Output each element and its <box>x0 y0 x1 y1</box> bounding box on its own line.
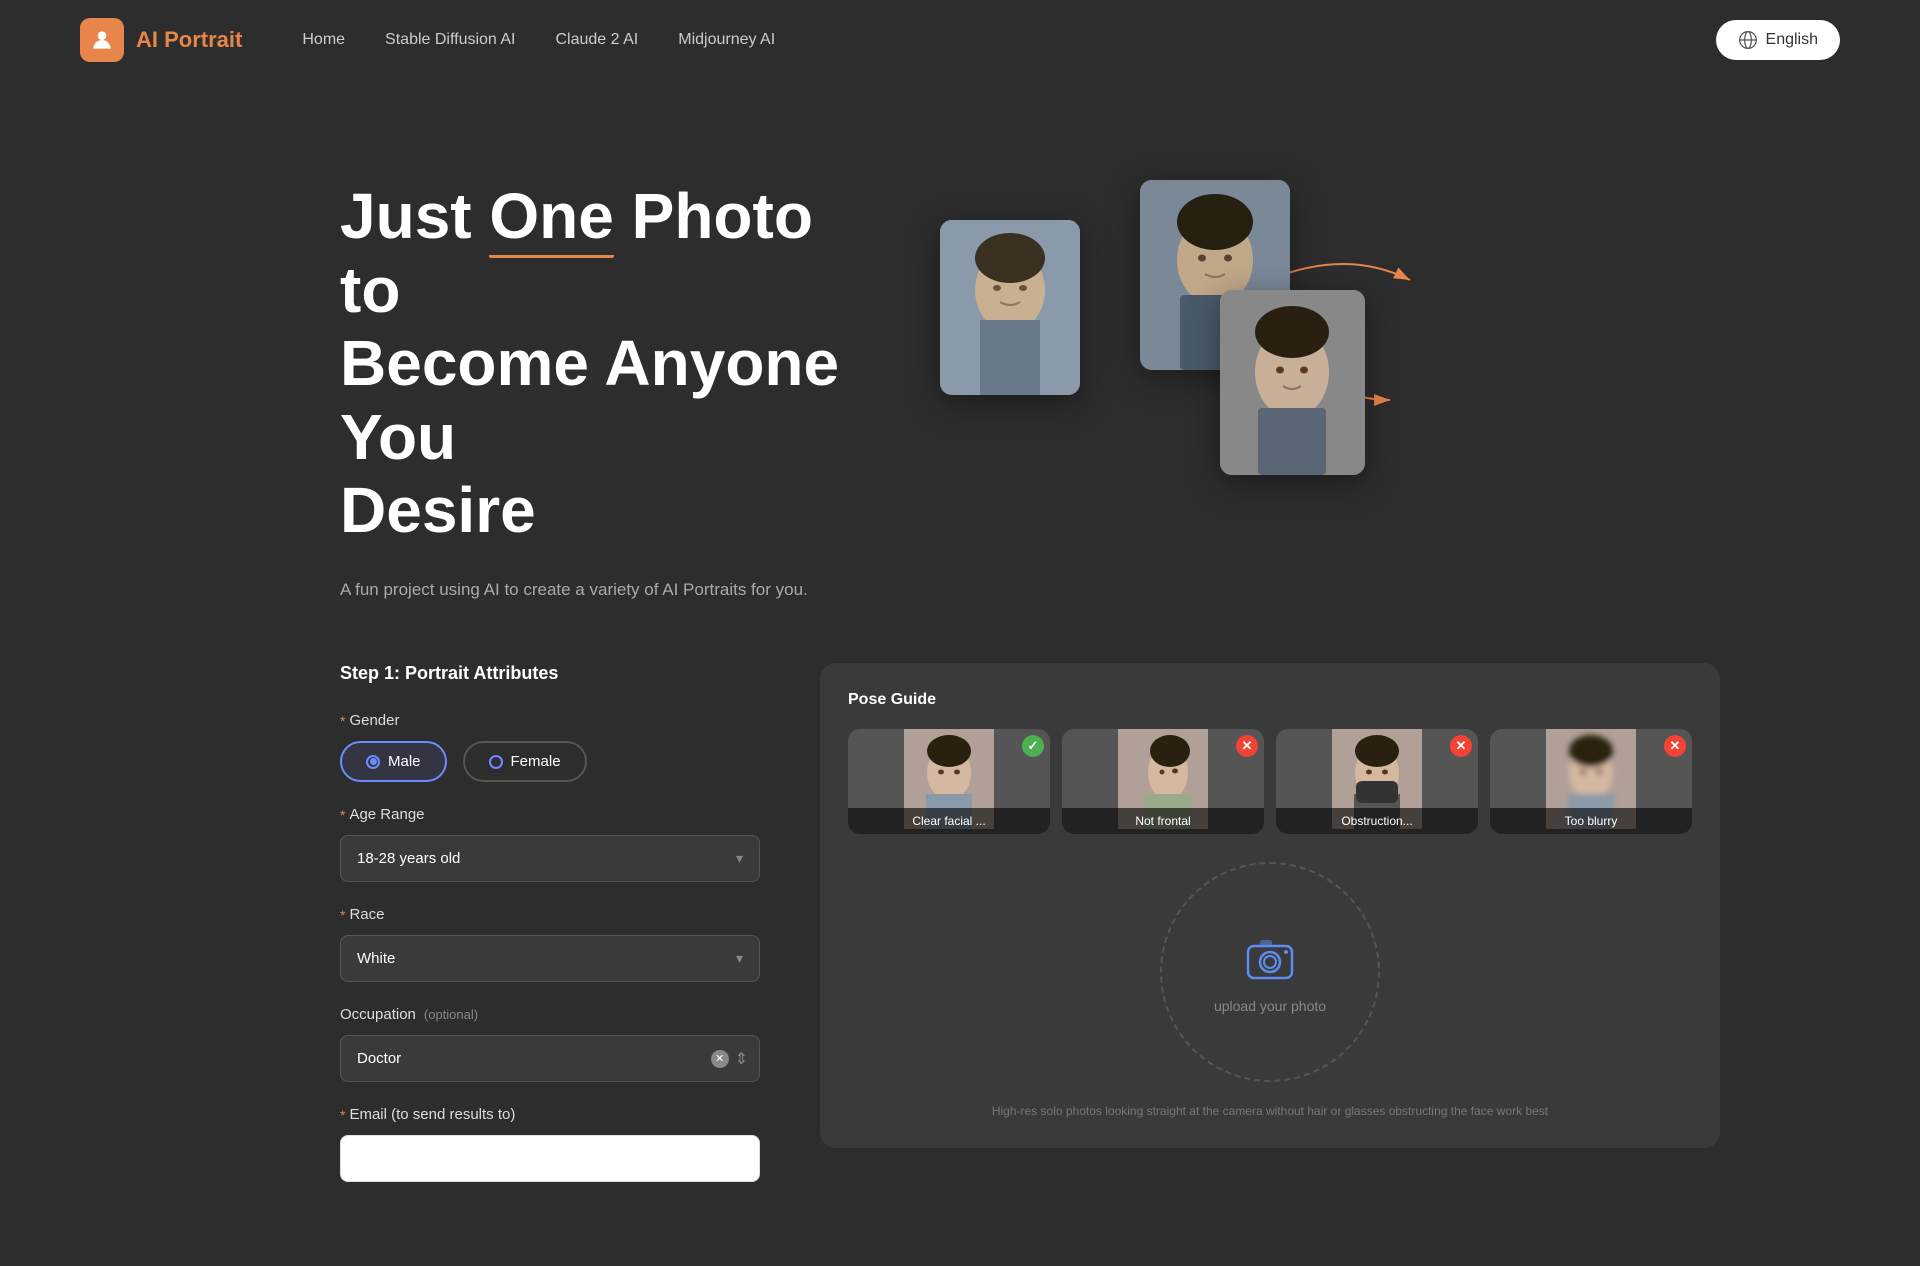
upload-area[interactable]: upload your photo <box>1160 862 1380 1082</box>
race-select[interactable]: White ▾ <box>340 935 760 982</box>
pose-guide-section: Pose Guide ✓ Clear facial ... <box>820 663 1720 1148</box>
email-label-text: Email (to send results to) <box>349 1106 515 1123</box>
age-range-label-text: Age Range <box>349 806 424 823</box>
navbar: AI Portrait Home Stable Diffusion AI Cla… <box>0 0 1920 80</box>
occupation-input-wrapper: ✕ ⇕ <box>340 1035 760 1082</box>
gender-female-label: Female <box>511 753 561 770</box>
gender-male-label: Male <box>388 753 421 770</box>
nav-item-claude[interactable]: Claude 2 AI <box>556 31 639 49</box>
hero-face-1-svg <box>940 220 1080 395</box>
hero-images <box>940 180 1720 500</box>
hero-text: Just One Photo to Become Anyone You Desi… <box>340 160 860 603</box>
pose-guide-title: Pose Guide <box>848 691 1692 709</box>
age-range-select[interactable]: 18-28 years old ▾ <box>340 835 760 882</box>
nav-item-home[interactable]: Home <box>302 31 345 49</box>
nav-item-midjourney[interactable]: Midjourney AI <box>678 31 775 49</box>
hero-result-face-2 <box>1220 290 1365 475</box>
pose-badge-x-3: ✕ <box>1664 735 1686 757</box>
hero-result-photo-2 <box>1220 290 1365 475</box>
gender-options: Male Female <box>340 741 760 782</box>
upload-text: upload your photo <box>1214 998 1326 1014</box>
hero-title-underline-word: One <box>489 180 613 254</box>
pose-badge-x-2: ✕ <box>1450 735 1472 757</box>
occupation-input-controls: ✕ ⇕ <box>711 1049 748 1069</box>
pose-card-obstruction: ✕ Obstruction... <box>1276 729 1478 834</box>
chevron-down-icon: ▾ <box>736 850 743 867</box>
pose-badge-x-1: ✕ <box>1236 735 1258 757</box>
nav-links: Home Stable Diffusion AI Claude 2 AI Mid… <box>302 31 775 49</box>
gender-required-mark: * <box>340 713 345 729</box>
age-range-value: 18-28 years old <box>357 850 460 867</box>
occupation-label-text: Occupation <box>340 1006 416 1023</box>
hero-source-photo <box>940 220 1080 395</box>
main-content: Step 1: Portrait Attributes * Gender Mal… <box>0 663 1920 1266</box>
occupation-input[interactable] <box>340 1035 760 1082</box>
race-label: * Race <box>340 906 760 923</box>
occupation-clear-button[interactable]: ✕ <box>711 1050 729 1068</box>
pose-card-clear-facial: ✓ Clear facial ... <box>848 729 1050 834</box>
occupation-optional-text: (optional) <box>424 1007 478 1022</box>
pose-examples: ✓ Clear facial ... ✕ Not frontal <box>848 729 1692 834</box>
hero-section: Just One Photo to Become Anyone You Desi… <box>0 80 1920 663</box>
nav-link-midjourney[interactable]: Midjourney AI <box>678 31 775 48</box>
logo-icon <box>80 18 124 62</box>
age-required-mark: * <box>340 807 345 823</box>
pose-label-blurry: Too blurry <box>1490 808 1692 834</box>
gender-field-group: * Gender Male Female <box>340 712 760 782</box>
hero-face-3-svg <box>1220 290 1365 475</box>
nav-link-stable-diffusion[interactable]: Stable Diffusion AI <box>385 31 515 48</box>
occupation-field-group: Occupation (optional) ✕ ⇕ <box>340 1006 760 1082</box>
hero-subtitle: A fun project using AI to create a varie… <box>340 576 860 603</box>
nav-item-stable-diffusion[interactable]: Stable Diffusion AI <box>385 31 515 49</box>
upload-hint: High-res solo photos looking straight at… <box>848 1102 1692 1120</box>
pose-badge-check: ✓ <box>1022 735 1044 757</box>
logo[interactable]: AI Portrait <box>80 18 242 62</box>
occupation-stepper-icon: ⇕ <box>735 1049 748 1069</box>
pose-card-not-frontal: ✕ Not frontal <box>1062 729 1264 834</box>
age-range-field-group: * Age Range 18-28 years old ▾ <box>340 806 760 882</box>
pose-card-too-blurry: ✕ Too blurry <box>1490 729 1692 834</box>
language-label: English <box>1766 31 1818 49</box>
gender-female-radio <box>489 755 503 769</box>
camera-icon <box>1242 930 1298 986</box>
race-required-mark: * <box>340 907 345 923</box>
step-title: Step 1: Portrait Attributes <box>340 663 760 684</box>
race-label-text: Race <box>349 906 384 923</box>
logo-text: AI Portrait <box>136 27 242 53</box>
occupation-label: Occupation (optional) <box>340 1006 760 1023</box>
race-field-group: * Race White ▾ <box>340 906 760 982</box>
email-required-mark: * <box>340 1107 345 1123</box>
race-value: White <box>357 950 395 967</box>
navbar-left: AI Portrait Home Stable Diffusion AI Cla… <box>80 18 775 62</box>
gender-label-text: Gender <box>349 712 399 729</box>
form-section: Step 1: Portrait Attributes * Gender Mal… <box>340 663 760 1206</box>
nav-link-claude[interactable]: Claude 2 AI <box>556 31 639 48</box>
gender-label: * Gender <box>340 712 760 729</box>
hero-title: Just One Photo to Become Anyone You Desi… <box>340 180 860 548</box>
hero-source-face <box>940 220 1080 395</box>
email-input[interactable] <box>340 1135 760 1182</box>
race-chevron-down-icon: ▾ <box>736 950 743 967</box>
gender-male-button[interactable]: Male <box>340 741 447 782</box>
gender-female-button[interactable]: Female <box>463 741 587 782</box>
pose-label-clear: Clear facial ... <box>848 808 1050 834</box>
language-button[interactable]: English <box>1716 20 1840 60</box>
email-label: * Email (to send results to) <box>340 1106 760 1123</box>
gender-male-radio <box>366 755 380 769</box>
email-field-group: * Email (to send results to) <box>340 1106 760 1182</box>
pose-label-obstruction: Obstruction... <box>1276 808 1478 834</box>
portrait-icon <box>89 27 115 53</box>
age-range-label: * Age Range <box>340 806 760 823</box>
globe-icon <box>1738 30 1758 50</box>
pose-label-not-frontal: Not frontal <box>1062 808 1264 834</box>
nav-link-home[interactable]: Home <box>302 31 345 48</box>
